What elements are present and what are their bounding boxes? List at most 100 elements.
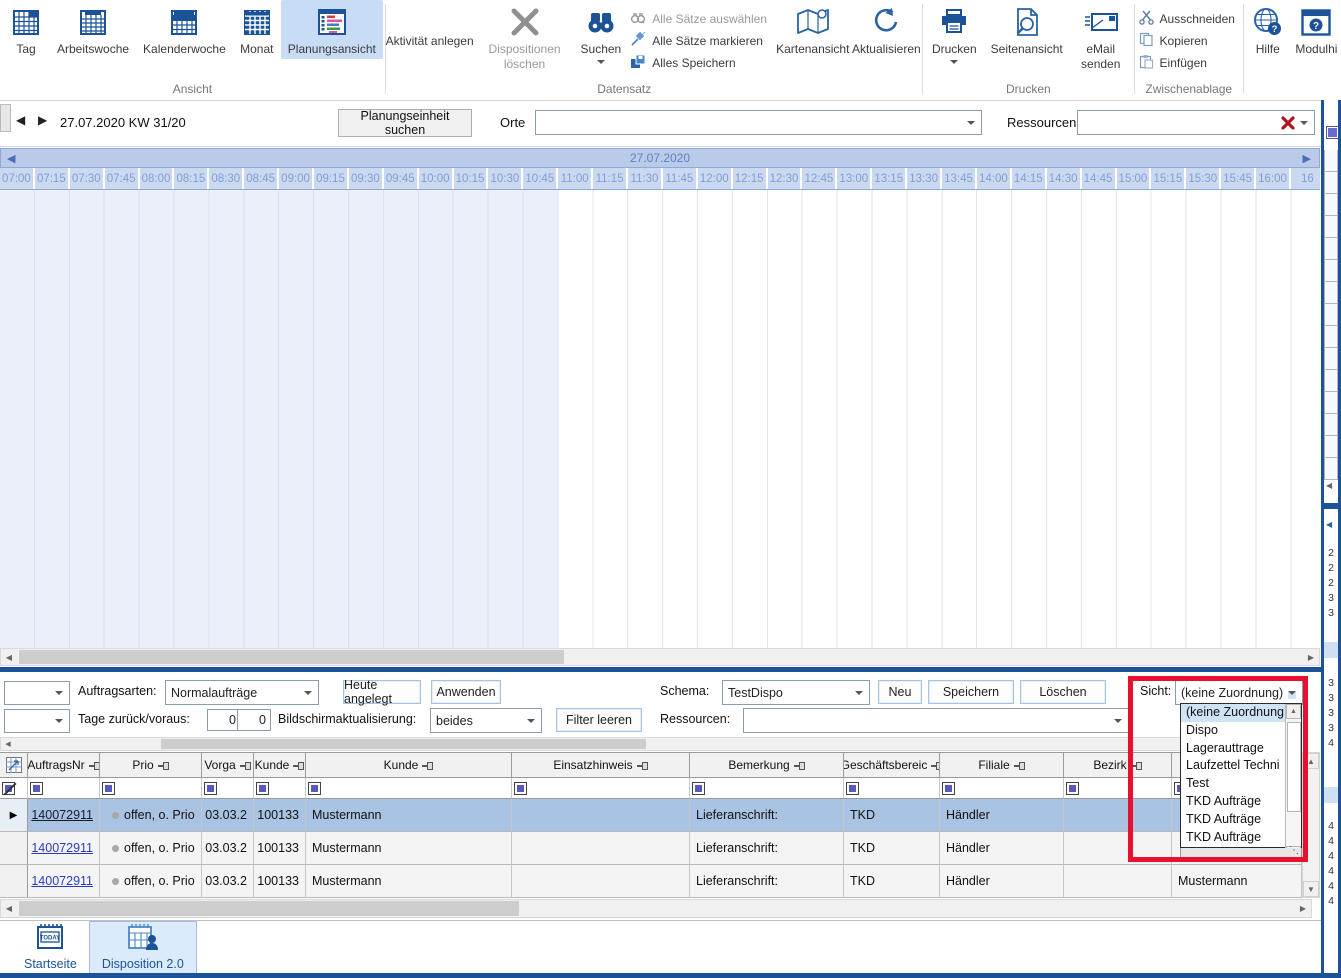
previous-date-arrow[interactable]: ◀: [16, 113, 25, 127]
timeline-grid-body[interactable]: [0, 190, 1320, 648]
scroll-left-button[interactable]: ◀: [1, 738, 15, 750]
table-top-scrollbar[interactable]: ◀: [0, 737, 1302, 751]
scrollbar-thumb[interactable]: [19, 650, 564, 664]
aktualisieren-button[interactable]: Aktualisieren: [851, 0, 923, 100]
column-pin-icon[interactable]: [158, 761, 169, 770]
timeline-horizontal-scrollbar[interactable]: ◀ ▶: [0, 648, 1320, 666]
filter-left-combobox-2[interactable]: [4, 709, 70, 733]
table-row[interactable]: 140072911offen, o. Prio03.03.2100133Must…: [0, 865, 1302, 898]
table-corner-button[interactable]: [0, 752, 28, 778]
filter-cell-kundennr[interactable]: [254, 778, 306, 799]
planungsansicht-button[interactable]: Planungsansicht: [281, 0, 383, 59]
filter-cell-filiale[interactable]: [940, 778, 1064, 799]
filter-cell-vorgabe[interactable]: [202, 778, 254, 799]
sicht-dropdown-item[interactable]: TKD Aufträge: [1181, 793, 1285, 811]
sicht-dropdown-item[interactable]: Dispo: [1181, 722, 1285, 740]
suchen-dropdown-caret-icon[interactable]: [597, 60, 605, 68]
filter-clear-cell[interactable]: [0, 778, 28, 799]
suchen-button[interactable]: Suchen: [574, 0, 629, 70]
neu-button[interactable]: Neu: [878, 680, 922, 704]
scrollbar-thumb[interactable]: [161, 739, 646, 749]
scrollbar-thumb[interactable]: [1287, 722, 1301, 812]
timeline-scroll-left-icon[interactable]: ◀: [7, 152, 15, 165]
clear-ressourcen-icon[interactable]: [1280, 116, 1296, 130]
combo-caret-icon[interactable]: [527, 719, 535, 727]
filter-cell-prio[interactable]: [100, 778, 202, 799]
filter-cell-auftragsnr[interactable]: [28, 778, 100, 799]
sicht-dropdown-item[interactable]: Laufzettel Techni: [1181, 757, 1285, 775]
column-header-auftragsnr[interactable]: AuftragsNr: [28, 752, 100, 778]
sicht-dropdown-scrollbar[interactable]: ▲ ▼: [1285, 704, 1301, 861]
filter-left-combobox-1[interactable]: [4, 681, 70, 705]
column-header-vorgabe[interactable]: Vorga: [202, 752, 254, 778]
filter-cell-einsatzhinweis[interactable]: [512, 778, 690, 799]
arbeitswoche-button[interactable]: Arbeitswoche: [50, 0, 136, 59]
scrollbar-thumb[interactable]: [19, 901, 519, 916]
sicht-dropdown-item[interactable]: Lagerauttrage: [1181, 740, 1285, 758]
ausschneiden-button[interactable]: Ausschneiden: [1139, 8, 1235, 30]
heute-angelegt-button[interactable]: Heute angelegt: [343, 680, 421, 704]
modulhilfe-button[interactable]: ? Modulhi: [1292, 0, 1341, 100]
kalenderwoche-button[interactable]: Kalenderwoche: [136, 0, 233, 59]
table-bottom-scrollbar[interactable]: ◀ ▶: [0, 899, 1312, 918]
auftragsnr-link[interactable]: 140072911: [31, 874, 93, 888]
aktivitaet-anlegen-button[interactable]: Aktivität anlegen: [386, 0, 474, 84]
einfuegen-button[interactable]: Einfügen: [1139, 52, 1235, 74]
tab-disposition[interactable]: Disposition 2.0: [89, 921, 197, 974]
filter-cell-icon[interactable]: [942, 782, 955, 795]
right-panel-square-icon[interactable]: [1326, 126, 1338, 139]
kopieren-button[interactable]: Kopieren: [1139, 30, 1235, 52]
column-header-geschaeftsbereich[interactable]: Geschäftsbereic: [844, 752, 940, 778]
scroll-up-button[interactable]: ▲: [1286, 704, 1301, 719]
column-header-einsatzhinweis[interactable]: Einsatzhinweis: [512, 752, 690, 778]
kartenansicht-button[interactable]: Kartenansicht: [775, 0, 851, 100]
sicht-combobox[interactable]: (keine Zuordnung): [1175, 680, 1303, 705]
filter-cell-icon[interactable]: [30, 782, 43, 795]
tab-startseite[interactable]: TODAY Startseite: [12, 921, 89, 974]
dispositionen-loeschen-button[interactable]: Dispositionen löschen: [476, 0, 574, 74]
column-pin-icon[interactable]: [637, 761, 648, 770]
scroll-right-button[interactable]: ▶: [1295, 900, 1311, 917]
alle-saetze-markieren-button[interactable]: Alle Sätze markieren: [630, 30, 767, 52]
column-header-filiale[interactable]: Filiale: [940, 752, 1064, 778]
filter-cell-geschaeftsbereich[interactable]: [844, 778, 940, 799]
filter-cell-bemerkung[interactable]: [690, 778, 844, 799]
sicht-dropdown-item[interactable]: TKD Aufträge: [1181, 829, 1285, 847]
schema-combobox[interactable]: TestDispo: [722, 680, 870, 705]
table-row[interactable]: ▶140072911offen, o. Prio03.03.2100133Mus…: [0, 799, 1302, 832]
filter-cell-icon[interactable]: [846, 782, 859, 795]
sicht-dropdown-resize-grip[interactable]: [1180, 848, 1302, 862]
combo-caret-icon[interactable]: [304, 691, 312, 699]
tage-zurueck-input[interactable]: 0: [207, 709, 241, 731]
scroll-left-button[interactable]: ◀: [1, 649, 17, 665]
tag-button[interactable]: Tag: [2, 0, 50, 59]
column-pin-icon[interactable]: [1131, 761, 1142, 770]
filter-cell-icon[interactable]: [514, 782, 527, 795]
timeline-scroll-right-icon[interactable]: ▶: [1303, 152, 1311, 165]
column-pin-icon[interactable]: [240, 761, 251, 770]
orte-dropdown-caret-icon[interactable]: [967, 121, 975, 129]
alles-speichern-button[interactable]: Alles Speichern: [630, 52, 767, 74]
combo-caret-icon[interactable]: [1114, 719, 1122, 727]
ressourcen-combobox[interactable]: [1077, 110, 1315, 135]
ressourcen-filter-combobox[interactable]: [743, 708, 1129, 733]
sicht-dropdown-item[interactable]: Test: [1181, 775, 1285, 793]
combo-caret-icon[interactable]: [55, 691, 63, 699]
filter-cell-icon[interactable]: [256, 782, 269, 795]
combo-caret-icon[interactable]: [55, 719, 63, 727]
filter-cell-icon[interactable]: [204, 782, 217, 795]
filter-cell-icon[interactable]: [692, 782, 705, 795]
planungseinheit-suchen-button[interactable]: Planungseinheit suchen: [338, 109, 472, 137]
ressourcen-dropdown-caret-icon[interactable]: [1300, 121, 1308, 129]
scroll-up-button[interactable]: ▲: [1303, 753, 1319, 769]
drucken-dropdown-caret-icon[interactable]: [950, 60, 958, 68]
scroll-down-button[interactable]: ▼: [1303, 881, 1319, 897]
filter-cell-bezirk[interactable]: [1064, 778, 1172, 799]
drucken-button[interactable]: Drucken: [925, 0, 984, 70]
column-pin-icon[interactable]: [1014, 761, 1025, 770]
auftragsnr-link[interactable]: 140072911: [31, 841, 93, 855]
column-pin-icon[interactable]: [293, 761, 304, 770]
column-header-kundennr[interactable]: Kunde: [254, 752, 306, 778]
sicht-dropdown-item[interactable]: (keine Zuordnung: [1181, 704, 1285, 722]
orte-combobox[interactable]: [535, 110, 982, 135]
